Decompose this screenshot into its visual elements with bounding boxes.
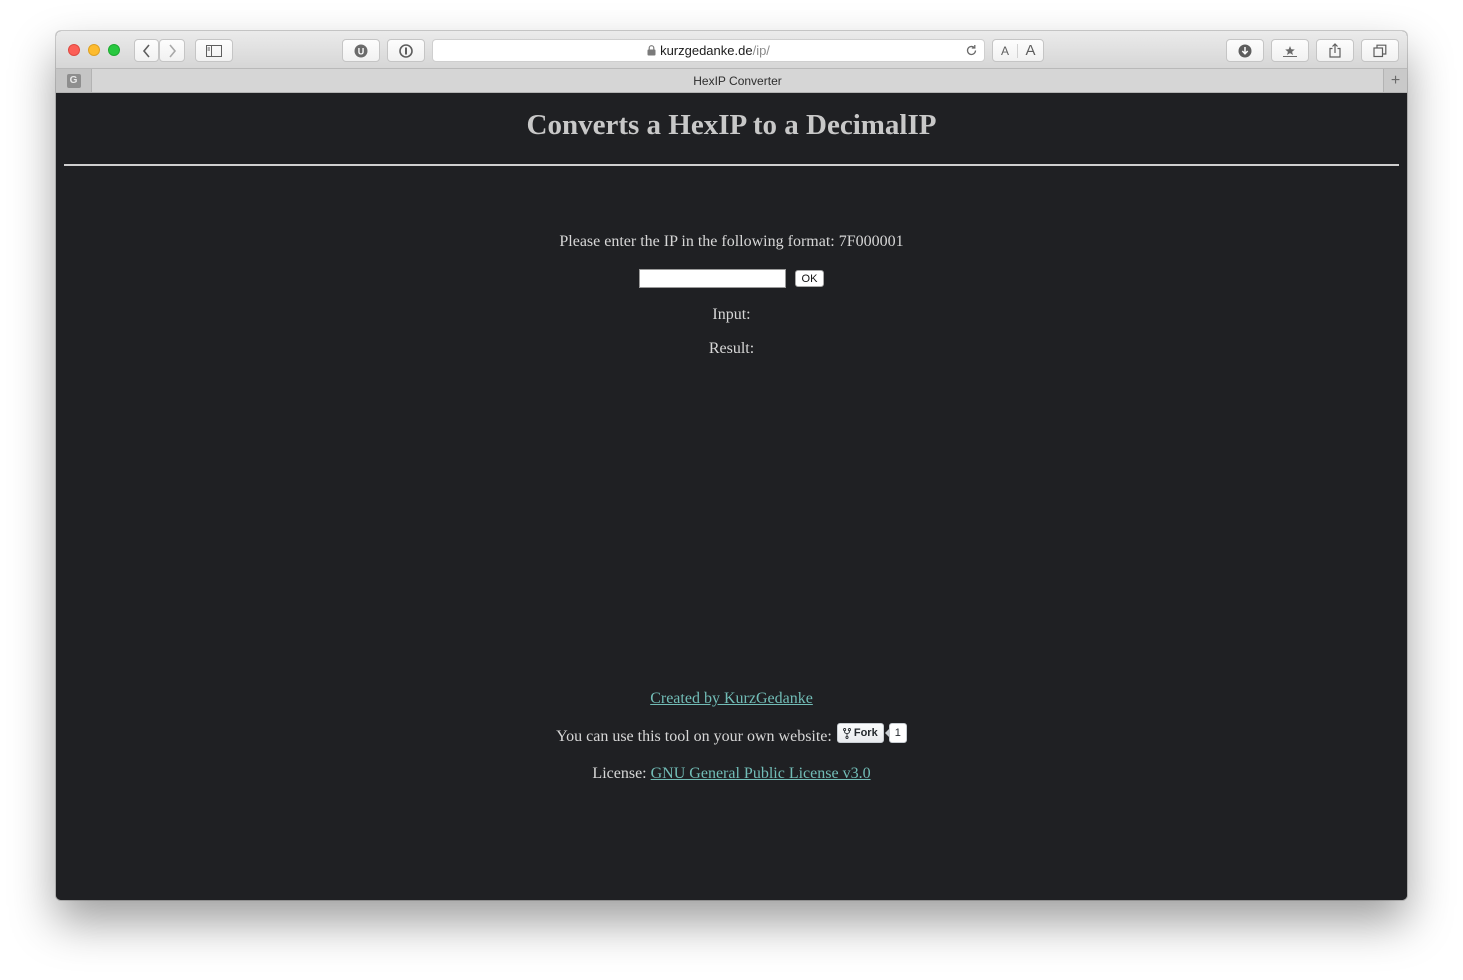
share-icon: [1329, 43, 1341, 58]
password-manager-button[interactable]: [387, 39, 425, 62]
sidebar-icon: [206, 44, 222, 57]
bookmarks-button[interactable]: [1271, 39, 1309, 62]
ok-button[interactable]: OK: [794, 270, 825, 287]
divider: [64, 164, 1399, 166]
license-line: License: GNU General Public License v3.0: [56, 765, 1407, 783]
address-bar[interactable]: kurzgedanke.de/ip/: [432, 39, 985, 62]
hex-ip-form: OK: [56, 269, 1407, 288]
active-tab[interactable]: HexIP Converter: [92, 69, 1383, 92]
fork-label: Fork: [853, 727, 878, 739]
downloads-button[interactable]: [1226, 39, 1264, 62]
input-label: Input:: [712, 306, 751, 323]
browser-toolbar: U kurzgedanke.de/ip/ A A: [56, 31, 1407, 69]
format-instruction: Please enter the IP in the following for…: [559, 233, 904, 250]
embed-text: You can use this tool on your own websit…: [556, 728, 832, 745]
font-size-control: A A: [992, 39, 1044, 62]
bookmarks-icon: [1283, 45, 1297, 57]
ublock-extension-icon: U: [354, 44, 368, 57]
url-path: /ip/: [752, 43, 770, 58]
ublock-extension-button[interactable]: U: [342, 39, 380, 62]
download-icon: [1238, 44, 1252, 57]
pinned-tab[interactable]: G: [56, 69, 92, 92]
maximize-window-icon[interactable]: [108, 44, 120, 56]
new-tab-button[interactable]: +: [1383, 69, 1407, 92]
increase-font-button[interactable]: A: [1018, 42, 1043, 59]
forward-button[interactable]: [159, 39, 185, 62]
lock-icon: [647, 45, 656, 56]
reload-icon[interactable]: [965, 44, 978, 57]
embed-line: You can use this tool on your own websit…: [56, 723, 1407, 747]
chevron-left-icon: [142, 43, 150, 58]
tab-overview-button[interactable]: [1361, 39, 1399, 62]
decrease-font-button[interactable]: A: [993, 43, 1018, 58]
result-label: Result:: [708, 340, 755, 357]
sidebar-button[interactable]: [195, 39, 233, 62]
svg-text:U: U: [358, 46, 365, 56]
license-label: License:: [592, 765, 647, 782]
minimize-window-icon[interactable]: [88, 44, 100, 56]
password-manager-icon: [399, 43, 413, 58]
close-window-icon[interactable]: [68, 44, 80, 56]
created-by-link[interactable]: Created by KurzGedanke: [650, 690, 813, 707]
tab-overview-icon: [1373, 44, 1387, 57]
fork-count[interactable]: 1: [884, 723, 907, 743]
share-button[interactable]: [1316, 39, 1354, 62]
hex-ip-input[interactable]: [638, 269, 786, 288]
page-title: Converts a HexIP to a DecimalIP: [526, 109, 937, 141]
tab-bar: G HexIP Converter +: [56, 69, 1407, 93]
favicon-icon: G: [66, 73, 81, 88]
browser-window: U kurzgedanke.de/ip/ A A G HexIP Convert…: [56, 31, 1407, 900]
created-by-line: Created by KurzGedanke: [56, 690, 1407, 708]
chevron-right-icon: [169, 43, 177, 58]
back-button[interactable]: [134, 39, 159, 62]
fork-icon: [842, 727, 851, 739]
license-link[interactable]: GNU General Public License v3.0: [651, 765, 871, 782]
github-fork-button[interactable]: Fork: [836, 723, 884, 743]
page-content: Converts a HexIP to a DecimalIP Please e…: [56, 93, 1407, 900]
url-host: kurzgedanke.de: [660, 43, 753, 58]
